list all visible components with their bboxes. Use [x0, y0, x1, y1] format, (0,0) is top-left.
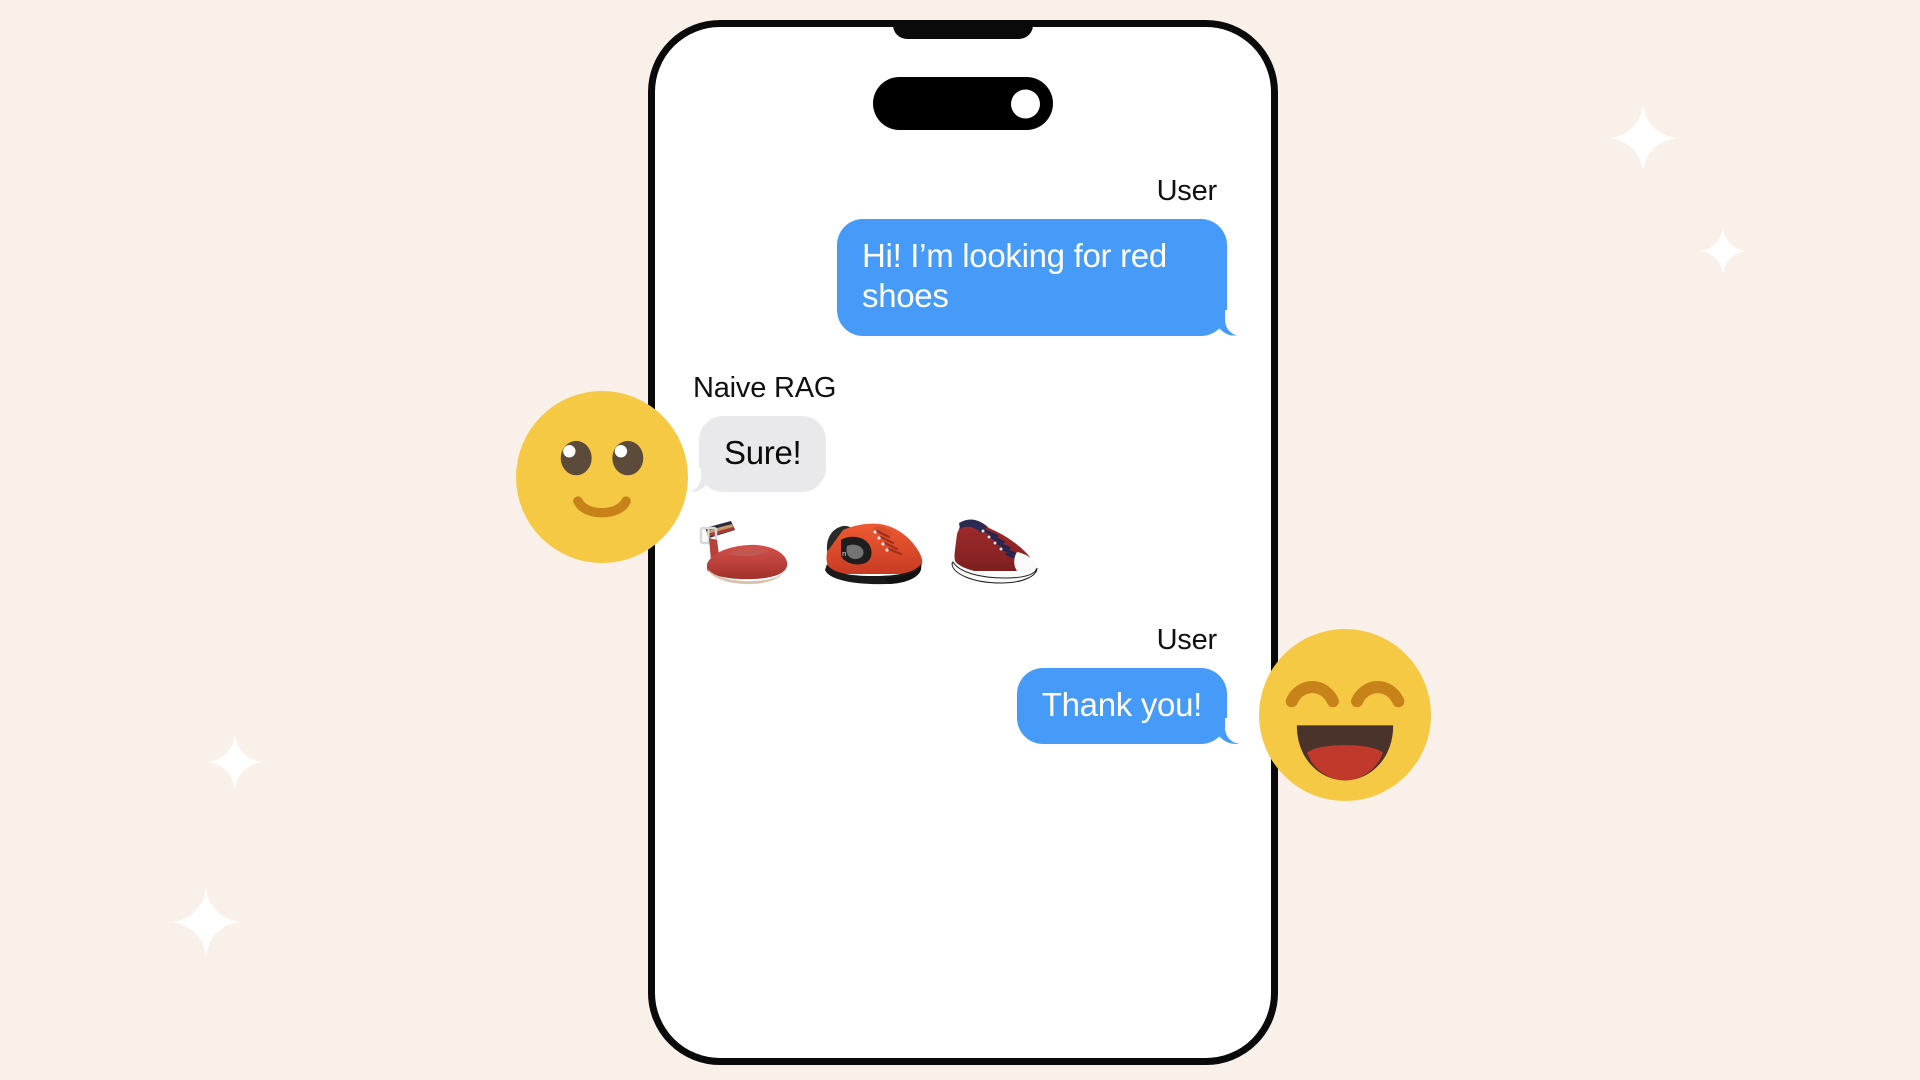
message-row-incoming-1: Naive RAG Sure! — [685, 371, 1239, 493]
sender-label-user-2: User — [1156, 623, 1218, 656]
message-row-outgoing-1: User Hi! I’m looking for red shoes — [687, 175, 1241, 336]
sender-label-user-1: User — [1156, 175, 1218, 207]
sparkle-top-right-large — [1610, 105, 1676, 171]
sparkle-left-lower — [172, 888, 240, 956]
message-bubble-naive-rag[interactable]: Sure! — [685, 415, 827, 493]
dynamic-island — [873, 77, 1053, 130]
sparkle-left-upper — [208, 735, 262, 789]
shoe-result-3[interactable] — [943, 504, 1061, 596]
chat-thread: User Hi! I’m looking for red shoes Naive… — [655, 157, 1271, 1058]
shoe-result-1[interactable] — [691, 504, 809, 596]
grinning-face-with-smiling-eyes-icon — [1259, 629, 1431, 801]
phone-mockup: User Hi! I’m looking for red shoes Naive… — [648, 20, 1278, 1065]
message-bubble-user-1[interactable]: Hi! I’m looking for red shoes — [837, 219, 1241, 336]
slightly-smiling-face-icon — [516, 391, 688, 563]
shoe-result-2[interactable]: n — [817, 504, 935, 596]
front-camera-icon — [1011, 89, 1040, 118]
message-bubble-user-2[interactable]: Thank you! — [1016, 667, 1242, 745]
message-row-outgoing-2: User Thank you! — [687, 623, 1242, 745]
sender-label-naive-rag: Naive RAG — [693, 371, 837, 404]
shoe-results: n — [691, 504, 1239, 596]
sparkle-right-small — [1700, 228, 1746, 274]
svg-text:n: n — [842, 550, 846, 558]
speaker-slot — [893, 27, 1033, 39]
